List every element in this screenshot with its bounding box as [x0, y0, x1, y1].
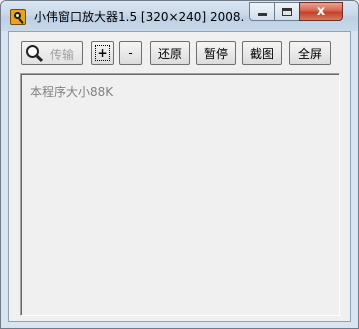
minimize-button[interactable]: [249, 2, 275, 21]
program-size-text: 本程序大小88K: [30, 85, 114, 99]
restore-label: 还原: [157, 46, 182, 61]
screenshot-label: 截图: [249, 46, 274, 61]
screenshot-button[interactable]: 截图: [242, 41, 282, 65]
pause-button[interactable]: 暂停: [196, 41, 236, 65]
fullscreen-label: 全屏: [297, 46, 322, 61]
focus-rectangle: [95, 45, 110, 61]
magnifier-icon: [26, 45, 44, 63]
app-icon[interactable]: [10, 9, 26, 25]
maximize-button[interactable]: [274, 2, 300, 21]
restore-button[interactable]: 还原: [150, 41, 190, 65]
window-title: 小伟窗口放大器1.5 [320×240] 2008...: [34, 10, 244, 24]
title-bar[interactable]: 小伟窗口放大器1.5 [320×240] 2008... x: [1, 1, 358, 31]
client-area: 传输 + - 还原 暂停 截图 全屏 本程序大小88K: [8, 31, 351, 322]
zoom-out-button[interactable]: -: [119, 41, 142, 65]
close-button[interactable]: x: [299, 2, 343, 21]
zoom-out-label: -: [128, 46, 133, 60]
zoom-in-button[interactable]: +: [91, 41, 114, 65]
maximize-icon: [282, 7, 292, 16]
minimize-icon: [257, 13, 267, 16]
pause-label: 暂停: [203, 46, 228, 61]
transfer-button[interactable]: 传输: [21, 41, 83, 65]
transfer-label: 传输: [50, 48, 75, 62]
magnifier-view[interactable]: 本程序大小88K: [20, 73, 340, 316]
fullscreen-button[interactable]: 全屏: [289, 41, 331, 65]
app-window: 小伟窗口放大器1.5 [320×240] 2008... x 传输 + - 还原: [0, 0, 359, 329]
close-icon: x: [316, 4, 326, 19]
